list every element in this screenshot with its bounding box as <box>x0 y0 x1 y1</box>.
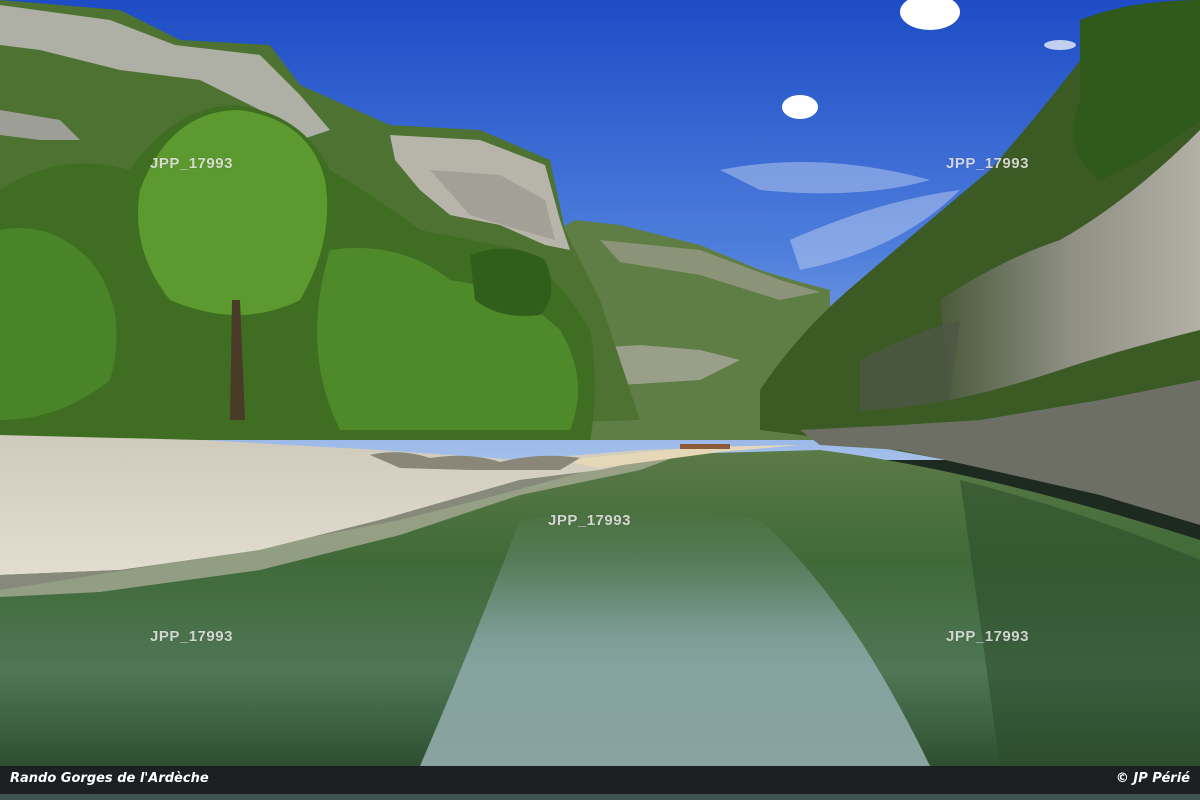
copyright-notice: © JP Périé <box>1115 771 1190 786</box>
cloud <box>1044 40 1076 50</box>
watermark-text: JPP_17993 <box>150 155 233 172</box>
watermark-text: JPP_17993 <box>548 512 631 529</box>
watermark-text: JPP_17993 <box>946 155 1029 172</box>
water-cliff-reflection <box>960 480 1200 766</box>
photo-caption: Rando Gorges de l'Ardèche <box>10 771 209 786</box>
watermark-text: JPP_17993 <box>946 628 1029 645</box>
landscape-photo <box>0 0 1200 766</box>
watermark-text: JPP_17993 <box>150 628 233 645</box>
cloud <box>782 95 818 119</box>
boats <box>680 444 730 449</box>
bottom-strip <box>0 794 1200 800</box>
caption-bar: Rando Gorges de l'Ardèche © JP Périé <box>0 766 1200 794</box>
